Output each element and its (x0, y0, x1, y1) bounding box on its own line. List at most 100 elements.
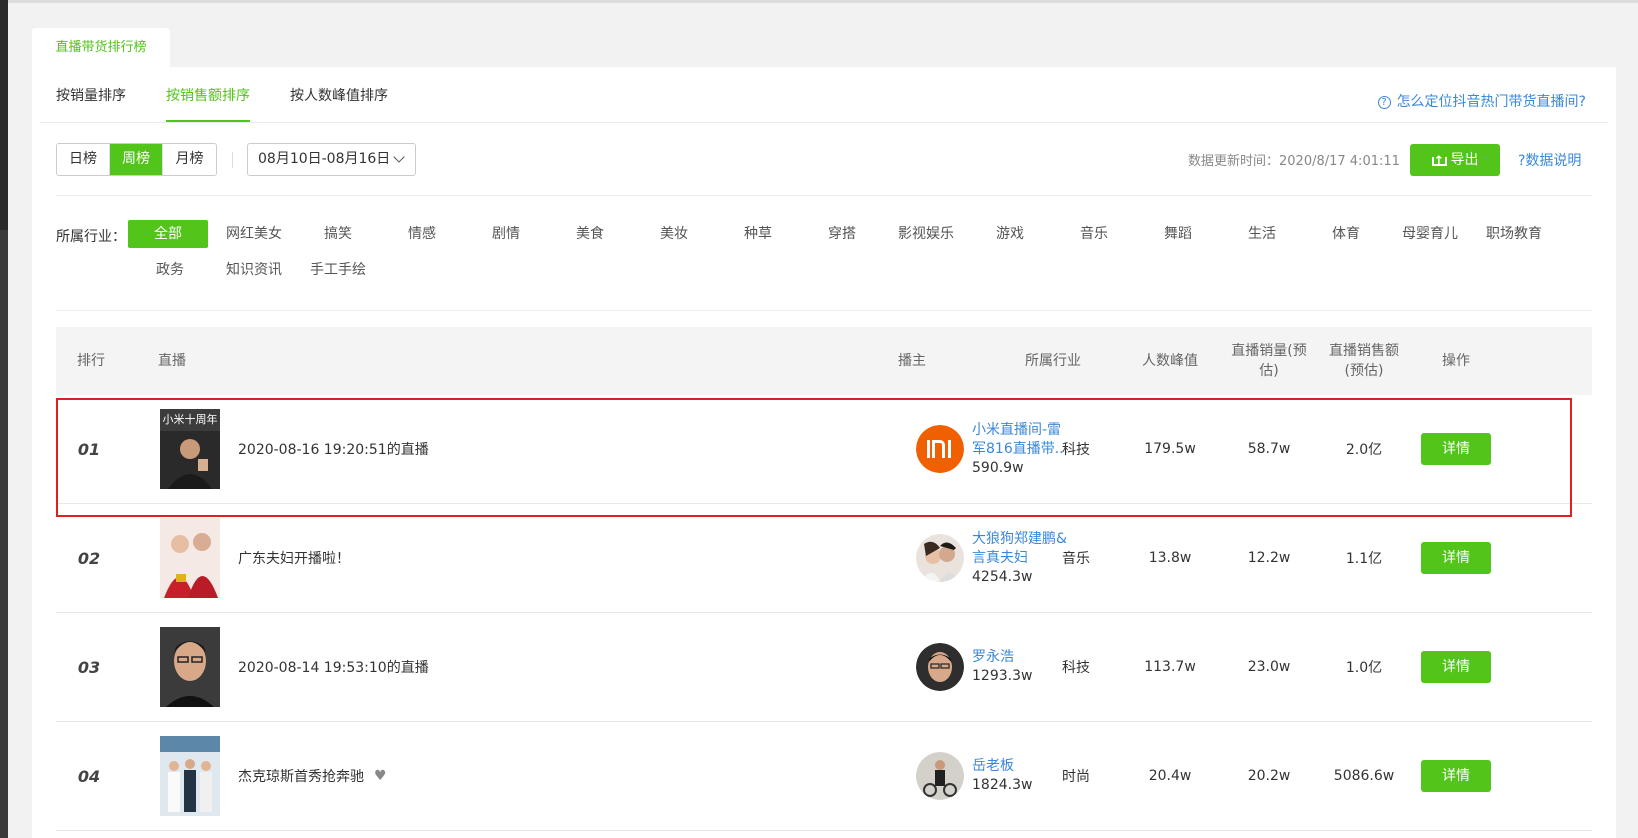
table-row: 02 广东夫妇开播啦！ 大狼狗郑建鹏&言真夫妇 4254.3w 音乐 13.8w… (56, 504, 1592, 613)
industry-value: 科技 (1062, 660, 1090, 676)
table-header: 排行 直播 播主 所属行业 人数峰值 直播销量(预估) 直播销售额(预估) 操作 (56, 327, 1592, 395)
sort-tabs: 按销量排序 按销售额排序 按人数峰值排序 (56, 67, 428, 122)
industry-filter-option[interactable]: 剧情 (464, 220, 548, 248)
detail-cell: 详情 (1421, 504, 1491, 612)
peak-value: 20.4w (1148, 768, 1192, 784)
top-border (8, 0, 1638, 3)
sales-volume-value: 20.2w (1247, 768, 1291, 784)
header-live: 直播 (158, 353, 186, 369)
live-thumbnail[interactable] (160, 627, 220, 707)
table-row: 04 杰克琼斯首秀抢奔驰 ♥ 岳老板 1824.3w 时尚 20.4w 20.2… (56, 722, 1592, 831)
industry-filter-option[interactable]: 网红美女 (212, 220, 296, 248)
divider (232, 152, 233, 168)
live-thumbnail[interactable] (160, 518, 220, 598)
date-range-value: 08月10日-08月16日 (258, 151, 391, 167)
live-thumbnail[interactable] (160, 736, 220, 816)
live-title[interactable]: 2020-08-14 19:53:10的直播 (238, 613, 429, 721)
left-window-edge (0, 0, 8, 838)
industry-filter-all[interactable]: 全部 (128, 220, 208, 248)
industry-filter-option[interactable]: 舞蹈 (1136, 220, 1220, 248)
industry-filter-option[interactable]: 政务 (128, 256, 212, 284)
tab-sort-by-volume[interactable]: 按销量排序 (56, 67, 126, 122)
peak-value: 113.7w (1144, 659, 1196, 675)
industry-value: 时尚 (1062, 769, 1090, 785)
industry-filter-option[interactable]: 美食 (548, 220, 632, 248)
live-thumbnail[interactable]: 小米十周年 (160, 409, 220, 489)
period-monthly-button[interactable]: 月榜 (163, 144, 216, 175)
detail-button[interactable]: 详情 (1421, 433, 1491, 465)
industry-filter-option[interactable]: 情感 (380, 220, 464, 248)
date-range-select[interactable]: 08月10日-08月16日 (247, 143, 416, 176)
industry-filter-row: 全部 网红美女 搞笑 情感 剧情 美食 美妆 种草 穿搭 影视娱乐 游戏 音乐 舞蹈 生活 体育 母婴育儿 职场… (128, 220, 1556, 248)
svg-text:小米十周年: 小米十周年 (163, 412, 218, 426)
industry-filter-option[interactable]: 生活 (1220, 220, 1304, 248)
sales-amount-value: 1.0亿 (1345, 660, 1383, 676)
host-avatar[interactable] (916, 752, 964, 800)
header-action: 操作 (1442, 353, 1470, 369)
sales-amount-value: 2.0亿 (1345, 442, 1383, 458)
export-button[interactable]: 导出 (1410, 144, 1500, 178)
header-industry: 所属行业 (1025, 353, 1081, 369)
tab-sort-by-amount[interactable]: 按销售额排序 (166, 67, 250, 122)
industry-filter-row: 政务 知识资讯 手工手绘 (128, 256, 380, 284)
industry-filter-option[interactable]: 种草 (716, 220, 800, 248)
live-title[interactable]: 2020-08-16 19:20:51的直播 (238, 395, 429, 503)
detail-cell: 详情 (1421, 613, 1491, 721)
rank-number: 02 (77, 548, 101, 568)
host-avatar[interactable] (916, 534, 964, 582)
help-link-text: 怎么定位抖音热门带货直播间? (1396, 94, 1586, 110)
industry-filter-option[interactable]: 游戏 (968, 220, 1052, 248)
sales-volume-value: 23.0w (1247, 659, 1291, 675)
industry-filter-option[interactable]: 穿搭 (800, 220, 884, 248)
question-icon: ? (1377, 96, 1391, 109)
header-peak: 人数峰值 (1142, 353, 1198, 369)
industry-filter-option[interactable]: 体育 (1304, 220, 1388, 248)
detail-button[interactable]: 详情 (1421, 542, 1491, 574)
industry-filter-option[interactable]: 搞笑 (296, 220, 380, 248)
industry-filter-option[interactable]: 母婴育儿 (1388, 220, 1472, 248)
sales-amount-value: 1.1亿 (1345, 551, 1383, 567)
export-label: 导出 (1450, 152, 1479, 168)
ranking-panel-tab[interactable]: 直播带货排行榜 (32, 28, 170, 67)
peak-value: 179.5w (1144, 441, 1196, 457)
period-weekly-button[interactable]: 周榜 (110, 144, 163, 175)
industry-value: 音乐 (1062, 551, 1090, 567)
upload-icon (1431, 146, 1447, 178)
header-host: 播主 (898, 353, 926, 369)
header-sales-amount: 直播销售额(预估) (1329, 343, 1399, 379)
live-title[interactable]: 杰克琼斯首秀抢奔驰 ♥ (238, 722, 388, 830)
help-link[interactable]: ? 怎么定位抖音热门带货直播间? (1377, 91, 1586, 111)
table-row: 01 小米十周年 2020-08-16 19:20:51的直播 小米直播间-雷军… (56, 395, 1592, 504)
data-note-link[interactable]: ?数据说明 (1518, 150, 1581, 170)
detail-cell: 详情 (1421, 722, 1491, 830)
divider (56, 310, 1592, 311)
period-daily-button[interactable]: 日榜 (57, 144, 110, 175)
live-title[interactable]: 广东夫妇开播啦！ (238, 504, 350, 612)
industry-filter-option[interactable]: 手工手绘 (296, 256, 380, 284)
host-avatar[interactable] (916, 643, 964, 691)
industry-label: 所属行业： (56, 229, 126, 245)
sales-amount-value: 5086.6w (1333, 768, 1395, 784)
detail-button[interactable]: 详情 (1421, 651, 1491, 683)
tab-sort-by-peak[interactable]: 按人数峰值排序 (290, 67, 388, 122)
industry-filter-option[interactable]: 美妆 (632, 220, 716, 248)
peak-value: 13.8w (1148, 550, 1192, 566)
rank-number: 03 (77, 657, 101, 677)
industry-filter-option[interactable]: 知识资讯 (212, 256, 296, 284)
host-avatar[interactable] (916, 425, 964, 473)
industry-filter-option[interactable]: 职场教育 (1472, 220, 1556, 248)
table-row: 03 2020-08-14 19:53:10的直播 罗永浩 1293.3w 科技… (56, 613, 1592, 722)
header-sales-volume: 直播销量(预估) (1231, 343, 1307, 379)
header-rank: 排行 (77, 353, 105, 369)
ranking-panel: 按销量排序 按销售额排序 按人数峰值排序 ? 怎么定位抖音热门带货直播间? 日榜 … (32, 67, 1616, 838)
industry-filter-option[interactable]: 音乐 (1052, 220, 1136, 248)
divider (40, 122, 1608, 123)
industry-value: 科技 (1062, 442, 1090, 458)
industry-filter-option[interactable]: 影视娱乐 (884, 220, 968, 248)
detail-button[interactable]: 详情 (1421, 760, 1491, 792)
chevron-down-icon (393, 151, 405, 163)
rank-number: 04 (77, 766, 101, 786)
update-time: 数据更新时间：2020/8/17 4:01:11 (1188, 154, 1400, 169)
heart-icon[interactable]: ♥ (374, 769, 388, 783)
rank-number: 01 (77, 439, 101, 459)
